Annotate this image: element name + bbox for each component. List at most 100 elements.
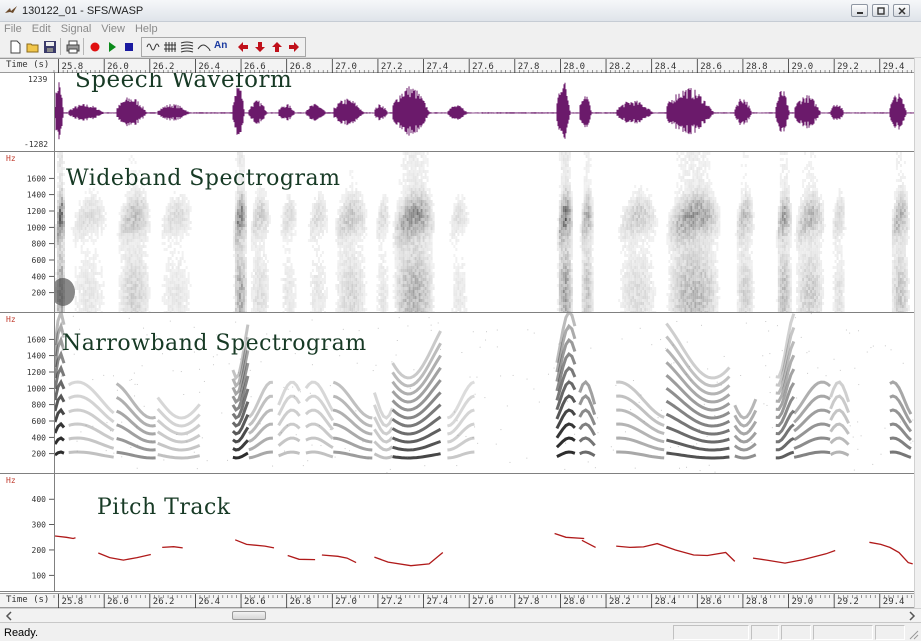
pitch-scale: Hz 400 300 200 100 [0,474,54,591]
annotation-button[interactable]: An [212,38,229,55]
pitch-contour [752,549,836,564]
menu-view[interactable]: View [101,23,125,35]
zoom-out-button[interactable] [268,38,285,55]
horizontal-scrollbar[interactable] [0,608,921,622]
minimize-icon [857,12,863,14]
menu-bar: File Edit Signal View Help [0,22,921,36]
pitch-contour [869,541,913,565]
time-tick-label: 28.8 [746,597,768,607]
frequency-tick-label: 1600 [27,335,46,344]
pitch-contour [234,539,275,549]
time-tick-label: 26.4 [198,62,220,72]
status-cell [781,625,811,640]
frequency-tick-label: 300 [32,521,47,530]
waveform-scale: 1239 -1282 [0,73,54,151]
vertical-scrollbar[interactable] [914,58,921,608]
new-file-icon [10,40,21,54]
time-tick-label: 27.4 [427,597,449,607]
menu-edit[interactable]: Edit [32,23,51,35]
save-icon [44,41,56,53]
print-button[interactable] [64,38,81,55]
maximize-button[interactable] [872,4,889,17]
frequency-tick-label: 1400 [27,352,46,361]
app-icon [5,6,17,13]
waveform-view-button[interactable] [144,38,161,55]
time-axis-bottom: Time (s) 25.8 26.0 26.2 26.4 26.6 26.8 27.0 27.… [0,593,921,609]
time-tick-label: 29.4 [883,597,905,607]
status-cell [751,625,779,640]
record-button[interactable] [86,38,103,55]
frequency-tick-label: 1000 [27,223,46,232]
narrowband-plot[interactable]: Narrowband Spectrogram [54,313,914,473]
time-tick-label: 26.6 [244,62,266,72]
waveform-min-label: -1282 [24,140,49,149]
play-button[interactable] [103,38,120,55]
frequency-tick-label: 400 [32,433,47,442]
status-cell [673,625,749,640]
time-tick-label: 29.2 [837,62,859,72]
resize-grip-icon[interactable] [907,628,919,640]
pitch-contour [321,554,357,564]
pitch-view-button[interactable] [195,38,212,55]
time-axis-ticks: 25.8 26.0 26.2 26.4 26.6 26.8 27.0 27.2 27.4 27.6… [53,59,913,74]
time-tick-label: 28.2 [609,62,631,72]
annotation-icon: An [214,40,228,51]
time-tick-label: 26.2 [153,62,175,72]
frequency-tick-label: 600 [32,256,47,265]
time-tick-label: 28.6 [700,597,722,607]
waveform-panel[interactable]: 1239 -1282 Speech Waveform [0,73,921,152]
menu-signal[interactable]: Signal [61,23,92,35]
stop-icon [125,43,133,51]
frequency-tick-label: 1200 [27,207,46,216]
scroll-right-arrow[interactable] [905,610,919,622]
pitch-contour [554,532,585,540]
scroll-right-button[interactable] [285,38,302,55]
minimize-button[interactable] [851,4,868,17]
wideband-plot[interactable]: Wideband Spectrogram [54,152,914,312]
time-tick-label: 26.8 [290,62,312,72]
frequency-tick-label: 1400 [27,191,46,200]
time-tick-label: 26.6 [244,597,266,607]
narrowband-frequency-ticks: 1600 1400 1200 1000 800 600 400 200 [27,335,54,459]
time-tick-label: 26.8 [290,597,312,607]
narrowband-panel[interactable]: Hz 1600 1400 1200 1000 800 600 400 200 Narrowba… [0,313,921,474]
scroll-thumb[interactable] [232,611,266,620]
save-button[interactable] [41,38,58,55]
pitch-contour [98,552,151,561]
pitch-contour [162,546,183,549]
waveform-plot[interactable]: Speech Waveform [54,73,914,151]
narrowband-view-button[interactable] [178,38,195,55]
toolbar-separator [83,38,84,55]
time-tick-label: 29.0 [792,597,814,607]
wideband-view-button[interactable] [161,38,178,55]
zoom-in-button[interactable] [251,38,268,55]
close-button[interactable] [893,4,910,17]
time-tick-label: 27.8 [518,597,540,607]
time-axis-top: Time (s) 25.8 26.0 26.2 26.4 26.6 26.8 27.0 27.… [0,58,921,74]
frequency-tick-label: 400 [32,495,47,504]
time-tick-label: 28.0 [563,62,585,72]
wideband-frequency-ticks: 1600 1400 1200 1000 800 600 400 200 [27,174,54,298]
chevron-left-icon [5,611,12,621]
maximize-icon [877,7,885,15]
pitch-track-trace [55,532,913,567]
frequency-tick-label: 1000 [27,384,46,393]
menu-file[interactable]: File [4,23,22,35]
scroll-left-button[interactable] [234,38,251,55]
time-tick-label: 26.4 [198,597,220,607]
pitch-plot[interactable]: Pitch Track [54,474,914,591]
frequency-tick-label: 1200 [27,368,46,377]
narrowband-view-icon [180,41,194,53]
stop-button[interactable] [120,38,137,55]
time-tick-label: 27.2 [381,597,403,607]
new-file-button[interactable] [6,38,23,55]
menu-help[interactable]: Help [135,23,158,35]
waveform-view-icon [146,43,160,51]
pitch-panel[interactable]: Hz 400 300 200 100 Pitch Track [0,474,921,592]
scroll-left-arrow[interactable] [2,610,16,622]
open-button[interactable] [24,38,41,55]
narrowband-scale: Hz 1600 1400 1200 1000 800 600 400 200 [0,313,54,473]
wideband-panel[interactable]: Hz 1600 1400 1200 1000 800 600 400 200 Wideband… [0,152,921,313]
wideband-view-icon [164,42,176,52]
time-tick-label: 28.4 [655,597,677,607]
